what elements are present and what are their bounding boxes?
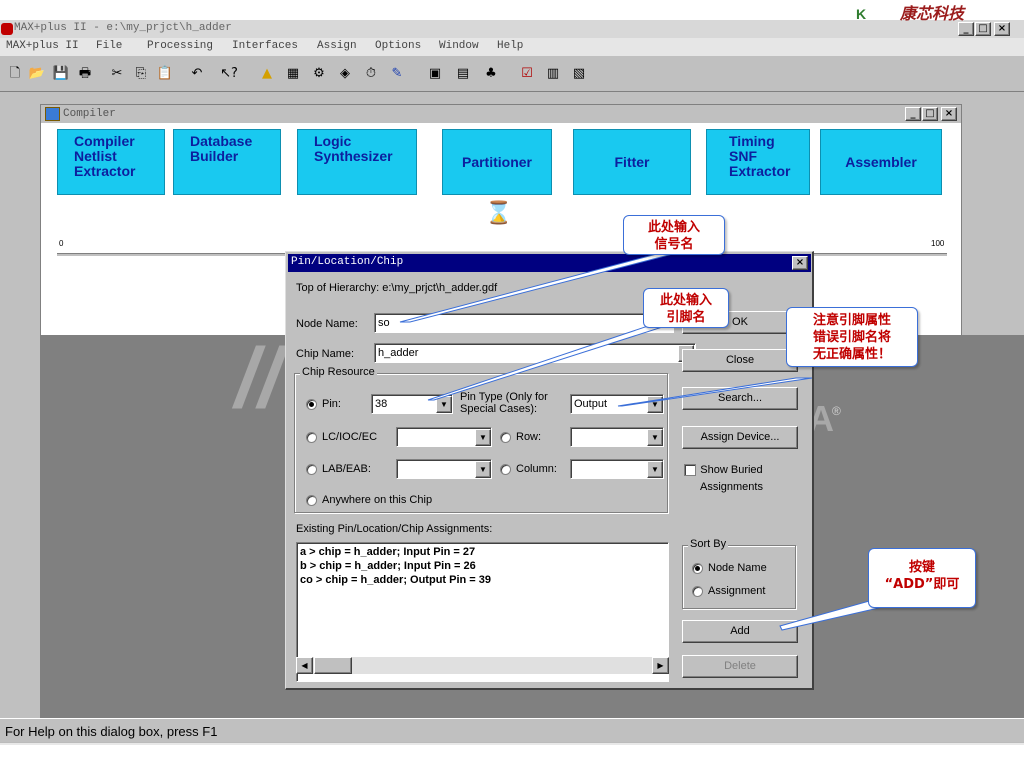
annotation-pin-type-warning: 注意引脚属性 错误引脚名将 无正确属性！: [786, 307, 918, 367]
annotation-add-hint: 按键 “ADD”即可: [868, 548, 976, 608]
callout-pin-name: [427, 321, 679, 401]
annotation-signal-name: 此处输入 信号名: [623, 215, 725, 255]
annotation-callouts: [399, 249, 898, 631]
status-text: For Help on this dialog box, press F1: [5, 724, 218, 739]
bottom-divider: [0, 742, 1024, 745]
status-bar: For Help on this dialog box, press F1: [0, 718, 1024, 742]
callout-pin-type: [617, 377, 813, 407]
annotation-pin-name: 此处输入 引脚名: [643, 288, 729, 328]
